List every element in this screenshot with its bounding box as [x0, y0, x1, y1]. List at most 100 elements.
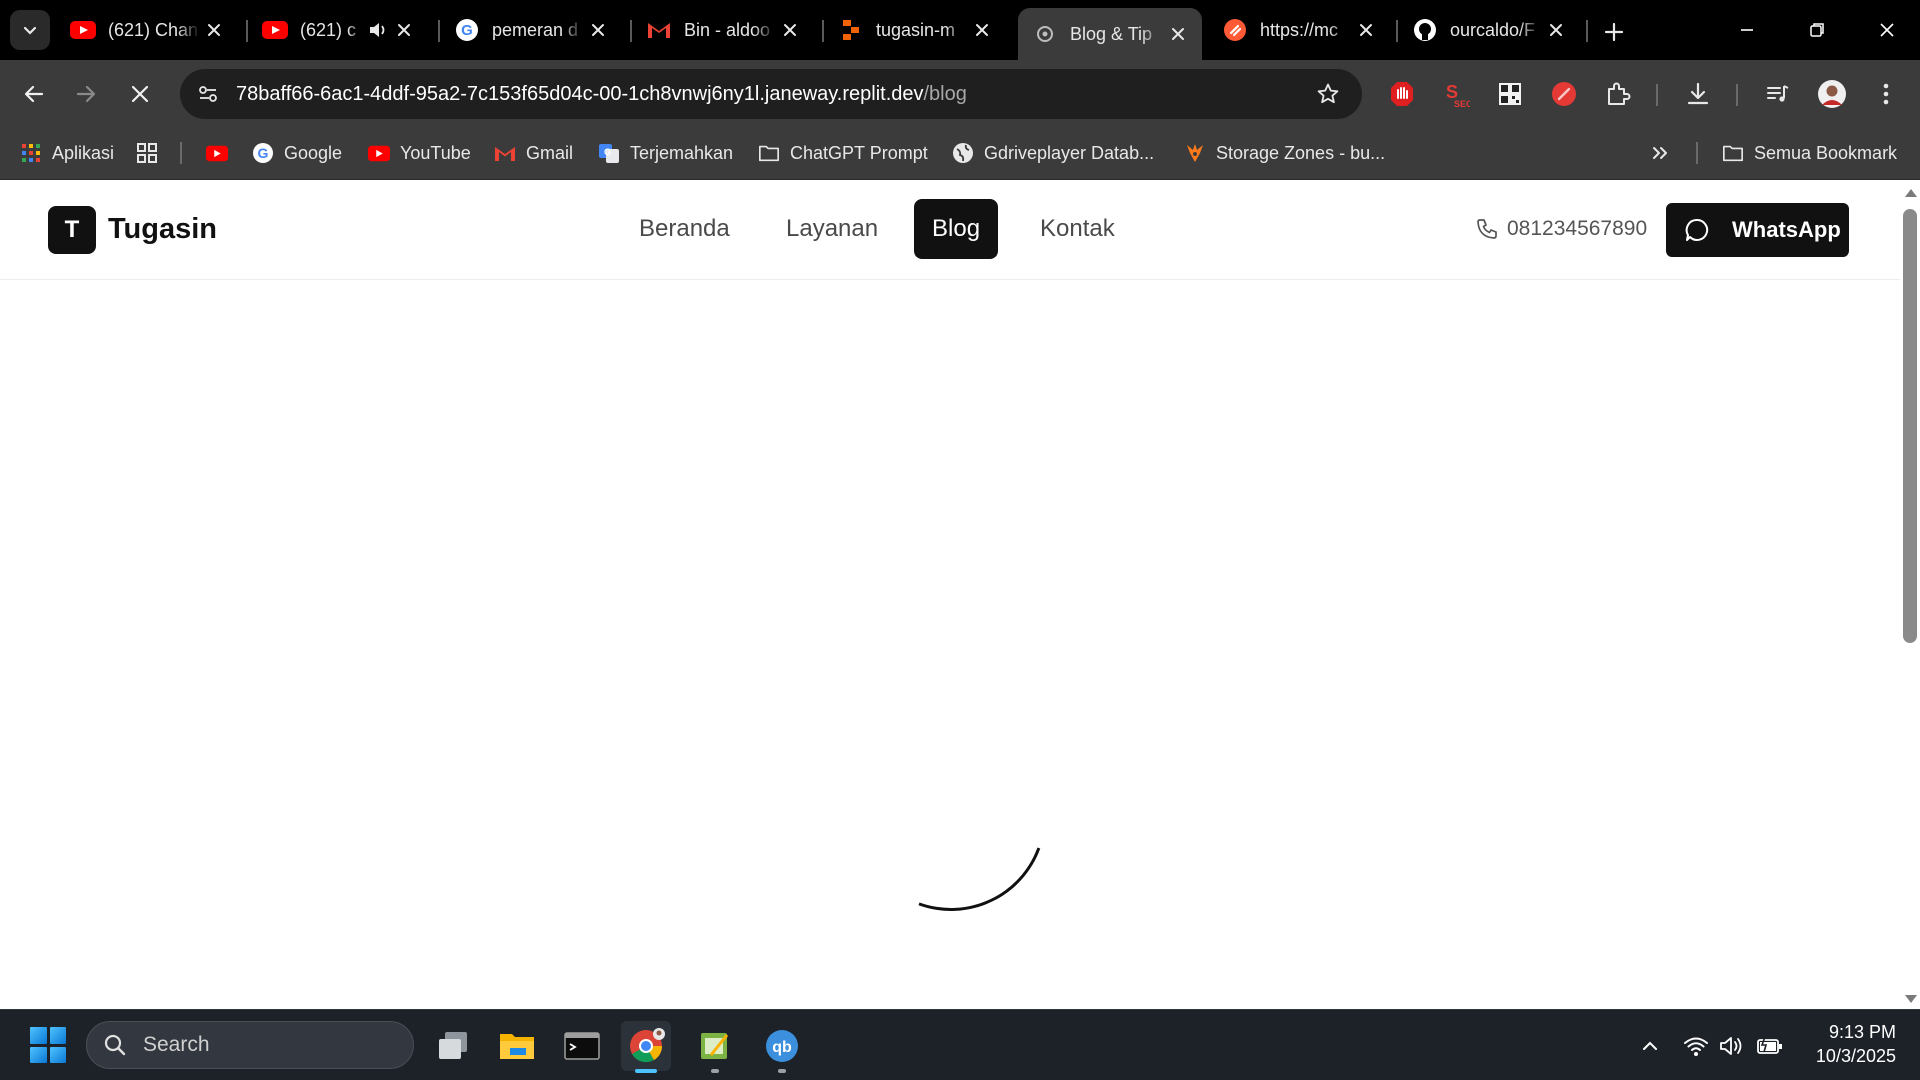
- media-controls-icon[interactable]: [1762, 78, 1794, 110]
- chevron-up-icon[interactable]: [1634, 1030, 1666, 1062]
- close-window-button[interactable]: [1852, 0, 1920, 60]
- bookmark-storage-zones[interactable]: Storage Zones - bu...: [1184, 138, 1385, 168]
- nav-link-beranda[interactable]: Beranda: [621, 199, 748, 259]
- taskbar-search-box[interactable]: Search: [86, 1021, 414, 1069]
- tab-search-button[interactable]: [10, 10, 50, 50]
- speaker-icon[interactable]: [1716, 1030, 1748, 1062]
- close-icon[interactable]: [1164, 20, 1192, 48]
- bookmark-label: Gmail: [526, 142, 574, 163]
- whatsapp-button[interactable]: WhatsApp: [1666, 203, 1849, 257]
- folder-icon: [1722, 142, 1744, 164]
- bookmark-label: Semua Bookmark: [1754, 142, 1898, 163]
- browser-tab[interactable]: (621) c: [248, 8, 428, 52]
- bookmark-youtube[interactable]: YouTube: [368, 138, 471, 168]
- nav-link-kontak[interactable]: Kontak: [1022, 199, 1133, 259]
- grid-icon: [136, 142, 158, 164]
- page-scrollbar[interactable]: [1900, 181, 1920, 1009]
- browser-toolbar: 78baff66-6ac1-4ddf-95a2-7c153f65d04c-00-…: [0, 60, 1920, 126]
- site-logo-mark[interactable]: T: [48, 206, 96, 254]
- seo-extension-icon[interactable]: S SEO: [1440, 78, 1472, 110]
- back-button[interactable]: [14, 74, 54, 114]
- orange-app-icon: [1222, 17, 1248, 43]
- tab-title: Bin - aldoo: [684, 19, 771, 40]
- minimize-icon: [1741, 29, 1753, 31]
- plus-icon: [1604, 22, 1624, 42]
- chat-bubble-icon: [1684, 217, 1710, 243]
- browser-tab-active[interactable]: Blog & Tip: [1018, 8, 1202, 60]
- wifi-icon[interactable]: [1680, 1030, 1712, 1062]
- bookmark-translate[interactable]: G Terjemahkan: [598, 138, 733, 168]
- site-logo-text[interactable]: Tugasin: [108, 213, 217, 246]
- bookmark-gmail[interactable]: Gmail: [494, 138, 573, 168]
- more-menu-icon[interactable]: [1870, 78, 1902, 110]
- qbittorrent-icon[interactable]: qb: [757, 1021, 807, 1073]
- bookmark-star-icon[interactable]: [1308, 74, 1348, 114]
- nav-link-layanan[interactable]: Layanan: [768, 199, 896, 259]
- youtube-icon: [368, 142, 390, 164]
- close-icon[interactable]: [1542, 16, 1570, 44]
- browser-tab[interactable]: G pemeran d: [440, 8, 622, 52]
- chrome-taskbar-icon[interactable]: [621, 1021, 671, 1073]
- url-text[interactable]: 78baff66-6ac1-4ddf-95a2-7c153f65d04c-00-…: [236, 83, 1308, 106]
- all-bookmarks-button[interactable]: Semua Bookmark: [1722, 138, 1897, 168]
- nav-link-blog[interactable]: Blog: [914, 199, 999, 259]
- bunny-icon: [1184, 142, 1206, 164]
- bookmark-divider: [180, 142, 182, 164]
- site-info-icon[interactable]: [192, 78, 224, 110]
- adblock-hand-icon[interactable]: [1386, 78, 1418, 110]
- close-icon[interactable]: [776, 16, 804, 44]
- terminal-icon[interactable]: [557, 1021, 607, 1071]
- globe-icon: [952, 142, 974, 164]
- task-view-icon[interactable]: [428, 1021, 478, 1071]
- tab-title: ourcaldo/F: [1450, 19, 1536, 40]
- eraser-extension-icon[interactable]: [1548, 78, 1580, 110]
- bookmark-label: Aplikasi: [52, 142, 115, 163]
- close-icon[interactable]: [200, 16, 228, 44]
- phone-contact[interactable]: 081234567890: [1475, 217, 1647, 241]
- profile-avatar[interactable]: [1816, 78, 1848, 110]
- google-icon: G: [454, 17, 480, 43]
- windows-start-icon[interactable]: [30, 1027, 66, 1063]
- scroll-down-arrow-icon[interactable]: [1905, 995, 1917, 1003]
- browser-tab[interactable]: ourcaldo/F: [1398, 8, 1580, 52]
- whatsapp-label: WhatsApp: [1732, 217, 1841, 242]
- close-icon[interactable]: [584, 16, 612, 44]
- system-clock[interactable]: 9:13 PM 10/3/2025: [1800, 1020, 1896, 1068]
- scroll-up-arrow-icon[interactable]: [1905, 189, 1917, 197]
- bookmarks-overflow-button[interactable]: [1650, 138, 1670, 168]
- bookmark-folder-chatgpt[interactable]: ChatGPT Prompt: [758, 138, 928, 168]
- url-host: 78baff66-6ac1-4ddf-95a2-7c153f65d04c-00-…: [236, 82, 924, 105]
- close-icon[interactable]: [1352, 16, 1380, 44]
- browser-tab[interactable]: (621) Chan: [56, 8, 238, 52]
- browser-tab[interactable]: Bin - aldoo: [632, 8, 814, 52]
- running-app-indicator: [778, 1069, 786, 1073]
- stop-loading-button[interactable]: [120, 74, 160, 114]
- close-icon[interactable]: [968, 16, 996, 44]
- bookmark-tab-groups[interactable]: [136, 138, 168, 168]
- bookmark-google[interactable]: G Google: [252, 138, 342, 168]
- close-icon[interactable]: [390, 16, 418, 44]
- new-tab-button[interactable]: [1596, 14, 1632, 50]
- scrollbar-thumb[interactable]: [1903, 209, 1917, 643]
- browser-tab[interactable]: tugasin-m: [824, 8, 1006, 52]
- google-icon: G: [252, 142, 274, 164]
- browser-tab[interactable]: https://mc: [1208, 8, 1390, 52]
- extensions-puzzle-icon[interactable]: [1602, 78, 1634, 110]
- bookmark-gdriveplayer[interactable]: Gdriveplayer Datab...: [952, 138, 1154, 168]
- double-chevron-right-icon: [1653, 147, 1667, 159]
- bookmark-apps[interactable]: Aplikasi: [20, 138, 114, 168]
- download-icon[interactable]: [1682, 78, 1714, 110]
- notepad-app-icon[interactable]: [690, 1021, 740, 1073]
- restore-button[interactable]: [1782, 0, 1852, 60]
- qr-code-icon[interactable]: [1494, 78, 1526, 110]
- address-bar[interactable]: 78baff66-6ac1-4ddf-95a2-7c153f65d04c-00-…: [180, 69, 1362, 119]
- toolbar-divider: [1656, 84, 1658, 106]
- file-explorer-icon[interactable]: [492, 1021, 542, 1071]
- minimize-button[interactable]: [1712, 0, 1782, 60]
- forward-button[interactable]: [66, 74, 106, 114]
- web-page-viewport: T Tugasin Beranda Layanan Blog Kontak 08…: [0, 181, 1900, 1009]
- battery-charging-icon[interactable]: [1754, 1030, 1786, 1062]
- bookmark-youtube-shortcut[interactable]: [206, 138, 238, 168]
- speaker-icon[interactable]: [368, 21, 390, 39]
- loading-globe-icon: [1032, 21, 1058, 47]
